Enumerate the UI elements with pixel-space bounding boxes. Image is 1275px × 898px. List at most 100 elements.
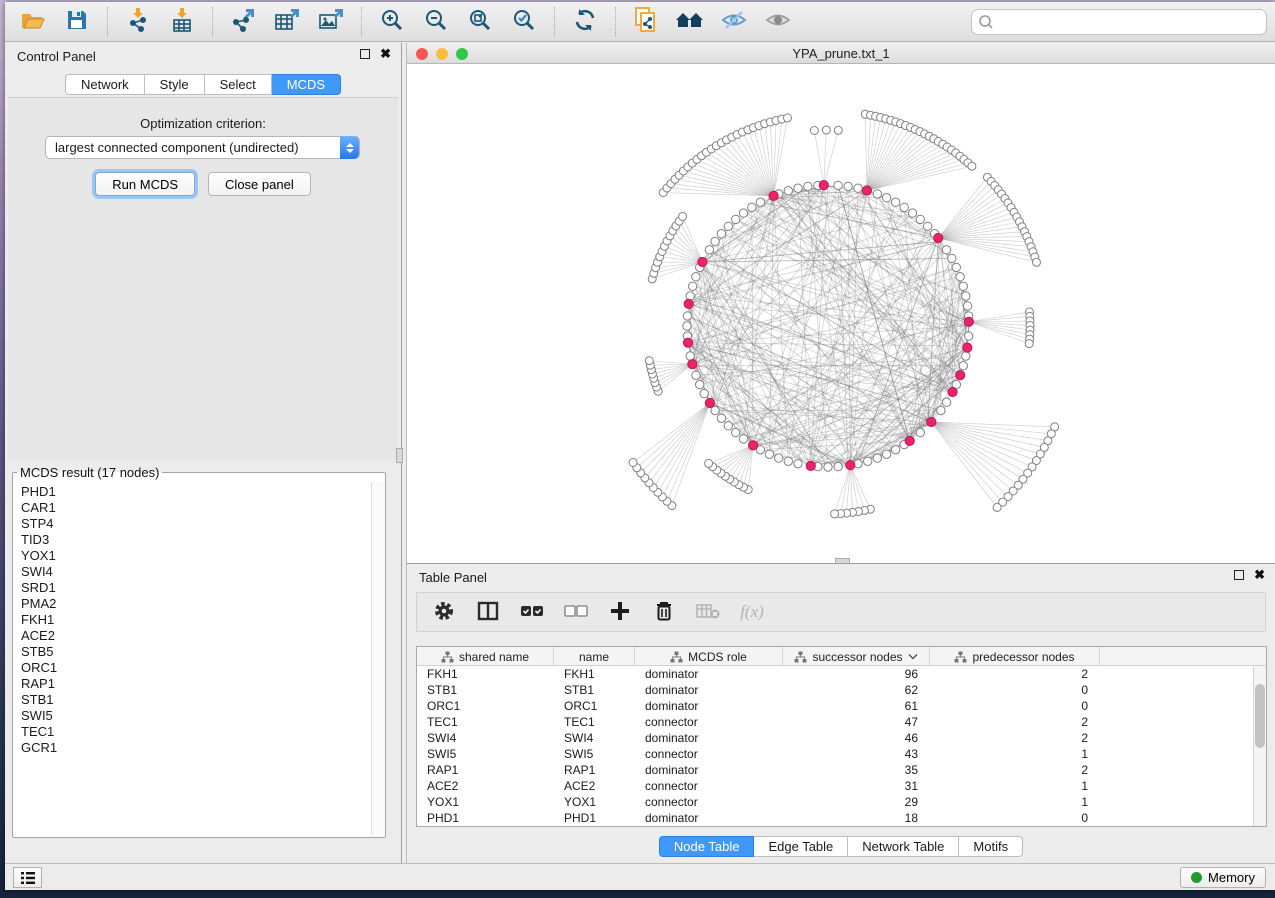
tab-select[interactable]: Select: [205, 74, 272, 95]
table-row[interactable]: STB1STB1dominator620: [417, 682, 1266, 698]
maximize-window-icon[interactable]: [456, 48, 468, 60]
tab-network-table[interactable]: Network Table: [848, 836, 959, 857]
cell-MCDS-role[interactable]: dominator: [635, 762, 783, 778]
cell-name[interactable]: SWI5: [554, 746, 635, 762]
cell-successor-nodes[interactable]: 62: [783, 682, 930, 698]
export-image-button[interactable]: [309, 5, 353, 39]
cell-successor-nodes[interactable]: 43: [783, 746, 930, 762]
table-scrollbar-thumb[interactable]: [1255, 684, 1265, 748]
result-node-item[interactable]: TID3: [21, 532, 370, 548]
cell-MCDS-role[interactable]: dominator: [635, 698, 783, 714]
result-node-item[interactable]: TEC1: [21, 724, 370, 740]
result-node-item[interactable]: SWI5: [21, 708, 370, 724]
import-network-button[interactable]: [116, 5, 160, 39]
cell-shared-name[interactable]: PHD1: [417, 810, 554, 826]
result-node-item[interactable]: STB1: [21, 692, 370, 708]
zoom-fit-button[interactable]: [458, 5, 502, 39]
tab-network[interactable]: Network: [65, 74, 145, 95]
cell-name[interactable]: SWI4: [554, 730, 635, 746]
cell-MCDS-role[interactable]: connector: [635, 714, 783, 730]
table-row[interactable]: ORC1ORC1dominator610: [417, 698, 1266, 714]
mcds-result-list[interactable]: PHD1CAR1STP4TID3YOX1SWI4SRD1PMA2FKH1ACE2…: [14, 482, 370, 835]
table-row[interactable]: SWI4SWI4dominator462: [417, 730, 1266, 746]
cell-name[interactable]: FKH1: [554, 666, 635, 682]
memory-button[interactable]: Memory: [1180, 867, 1266, 888]
search-input[interactable]: [971, 9, 1267, 35]
cell-predecessor-nodes[interactable]: 1: [930, 794, 1100, 810]
result-node-item[interactable]: YOX1: [21, 548, 370, 564]
result-node-item[interactable]: RAP1: [21, 676, 370, 692]
zoom-out-button[interactable]: [414, 5, 458, 39]
cell-MCDS-role[interactable]: dominator: [635, 730, 783, 746]
result-scrollbar[interactable]: [371, 482, 384, 835]
cell-name[interactable]: RAP1: [554, 762, 635, 778]
show-all-button[interactable]: [756, 5, 800, 39]
export-table-button[interactable]: [265, 5, 309, 39]
cell-successor-nodes[interactable]: 18: [783, 810, 930, 826]
table-row[interactable]: RAP1RAP1dominator352: [417, 762, 1266, 778]
cell-MCDS-role[interactable]: dominator: [635, 682, 783, 698]
close-panel-button[interactable]: Close panel: [208, 172, 311, 196]
cell-name[interactable]: PHD1: [554, 810, 635, 826]
result-node-item[interactable]: STP4: [21, 516, 370, 532]
column-header-shared-name[interactable]: shared name: [417, 647, 554, 666]
cell-shared-name[interactable]: STB1: [417, 682, 554, 698]
close-table-panel-icon[interactable]: ✖: [1254, 570, 1265, 580]
result-node-item[interactable]: ORC1: [21, 660, 370, 676]
export-network-button[interactable]: [221, 5, 265, 39]
result-node-item[interactable]: GCR1: [21, 740, 370, 756]
table-row[interactable]: YOX1YOX1connector291: [417, 794, 1266, 810]
table-row[interactable]: FKH1FKH1dominator962: [417, 666, 1266, 682]
cell-successor-nodes[interactable]: 29: [783, 794, 930, 810]
delete-column-button[interactable]: [649, 597, 679, 627]
cell-predecessor-nodes[interactable]: 2: [930, 762, 1100, 778]
cell-MCDS-role[interactable]: connector: [635, 794, 783, 810]
cell-successor-nodes[interactable]: 61: [783, 698, 930, 714]
result-node-item[interactable]: SWI4: [21, 564, 370, 580]
cell-MCDS-role[interactable]: dominator: [635, 666, 783, 682]
column-header-successor-nodes[interactable]: successor nodes: [783, 647, 930, 666]
table-row[interactable]: ACE2ACE2connector311: [417, 778, 1266, 794]
cell-successor-nodes[interactable]: 35: [783, 762, 930, 778]
function-builder-button[interactable]: f(x): [737, 597, 767, 627]
cell-shared-name[interactable]: SWI4: [417, 730, 554, 746]
deselect-all-button[interactable]: [561, 597, 591, 627]
tab-style[interactable]: Style: [145, 74, 205, 95]
select-all-button[interactable]: [517, 597, 547, 627]
cell-predecessor-nodes[interactable]: 1: [930, 778, 1100, 794]
cell-successor-nodes[interactable]: 46: [783, 730, 930, 746]
gear-button[interactable]: [429, 597, 459, 627]
column-header-MCDS-role[interactable]: MCDS role: [635, 647, 783, 666]
float-table-panel-icon[interactable]: [1234, 570, 1244, 580]
cell-MCDS-role[interactable]: connector: [635, 746, 783, 762]
open-file-button[interactable]: [11, 5, 55, 39]
cell-predecessor-nodes[interactable]: 2: [930, 666, 1100, 682]
close-panel-icon[interactable]: ✖: [380, 49, 391, 59]
tab-motifs[interactable]: Motifs: [959, 836, 1023, 857]
result-node-item[interactable]: PHD1: [21, 484, 370, 500]
cell-shared-name[interactable]: YOX1: [417, 794, 554, 810]
cell-shared-name[interactable]: RAP1: [417, 762, 554, 778]
task-history-button[interactable]: [13, 867, 42, 888]
delete-table-button[interactable]: [693, 597, 723, 627]
run-mcds-button[interactable]: Run MCDS: [95, 172, 195, 196]
cell-shared-name[interactable]: ORC1: [417, 698, 554, 714]
cell-name[interactable]: ORC1: [554, 698, 635, 714]
cell-name[interactable]: STB1: [554, 682, 635, 698]
result-node-item[interactable]: FKH1: [21, 612, 370, 628]
cell-shared-name[interactable]: SWI5: [417, 746, 554, 762]
close-window-icon[interactable]: [416, 48, 428, 60]
cell-predecessor-nodes[interactable]: 0: [930, 682, 1100, 698]
vertical-splitter-grip[interactable]: [396, 448, 403, 463]
cell-name[interactable]: TEC1: [554, 714, 635, 730]
result-node-item[interactable]: CAR1: [21, 500, 370, 516]
result-node-item[interactable]: PMA2: [21, 596, 370, 612]
result-node-item[interactable]: SRD1: [21, 580, 370, 596]
cell-predecessor-nodes[interactable]: 0: [930, 698, 1100, 714]
cell-predecessor-nodes[interactable]: 0: [930, 810, 1100, 826]
table-row[interactable]: TEC1TEC1connector472: [417, 714, 1266, 730]
network-canvas[interactable]: [407, 64, 1275, 563]
add-column-button[interactable]: [605, 597, 635, 627]
save-session-button[interactable]: [55, 5, 99, 39]
copy-network-button[interactable]: [624, 5, 668, 39]
